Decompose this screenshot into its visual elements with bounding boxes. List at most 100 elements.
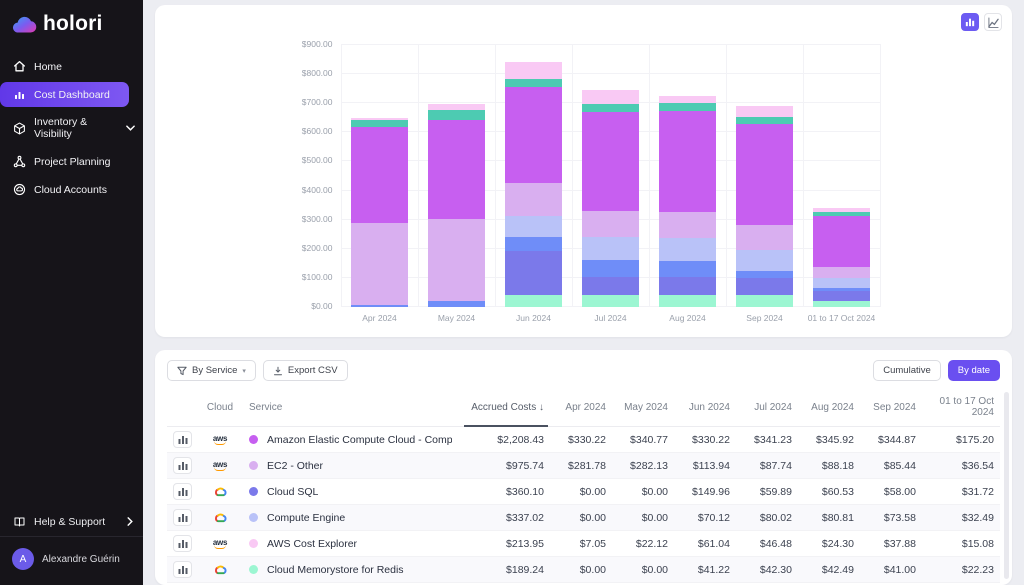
sidebar-item-inventory-visibility[interactable]: Inventory & Visibility (0, 110, 143, 146)
service-cell[interactable]: Cloud SQL (243, 479, 458, 505)
row-chart-button[interactable] (173, 509, 192, 526)
cost-value-cell: $175.20 (922, 427, 1000, 453)
bar-segment-compute-engine[interactable] (813, 278, 870, 287)
service-cell[interactable]: Compute Engine (243, 505, 458, 531)
sidebar-item-label: Inventory & Visibility (34, 116, 118, 140)
bar-segment-ec2-compute[interactable] (582, 112, 639, 211)
stacked-bar[interactable] (736, 106, 793, 307)
bar-segment-ec2-other[interactable] (582, 211, 639, 237)
service-cell[interactable]: EC2 - Other (243, 453, 458, 479)
stacked-bar[interactable] (428, 104, 485, 307)
export-csv-button[interactable]: Export CSV (263, 360, 348, 381)
bar-segment-cost-explorer[interactable] (659, 96, 716, 103)
column-header[interactable]: May 2024 (612, 392, 674, 427)
bar-segment-ec2-compute[interactable] (736, 124, 793, 224)
bar-segment-ec2-compute[interactable] (659, 111, 716, 212)
bar-segment-ec2-other[interactable] (813, 267, 870, 278)
column-header[interactable]: Jul 2024 (736, 392, 798, 427)
bar-segment-other[interactable] (659, 261, 716, 277)
stacked-bar[interactable] (582, 90, 639, 307)
table-row: Cloud SQL$360.10$0.00$0.00$149.96$59.89$… (167, 479, 1000, 505)
service-cell[interactable]: Cloud Memorystore for Redis (243, 557, 458, 583)
column-header[interactable]: Accrued Costs ↓ (458, 392, 550, 427)
column-header[interactable]: 01 to 17 Oct 2024 (922, 392, 1000, 427)
chart-plot: Apr 2024May 2024Jun 2024Jul 2024Aug 2024… (341, 45, 881, 307)
bar-segment-compute-engine[interactable] (736, 250, 793, 271)
bar-segment-ec2-other[interactable] (736, 225, 793, 250)
bar-segment-lightsail[interactable] (428, 110, 485, 119)
bar-segment-compute-engine[interactable] (659, 238, 716, 262)
bar-segment-cloud-sql[interactable] (736, 278, 793, 295)
row-chart-button[interactable] (173, 535, 192, 552)
sidebar-item-home[interactable]: Home (0, 54, 143, 79)
bar-segment-other[interactable] (582, 260, 639, 277)
stacked-bar[interactable] (351, 118, 408, 307)
bar-segment-cost-explorer[interactable] (505, 62, 562, 80)
bar-segment-cloud-sql[interactable] (582, 277, 639, 294)
sidebar-item-project-planning[interactable]: Project Planning (0, 149, 143, 174)
bar-segment-ec2-compute[interactable] (813, 216, 870, 267)
stacked-bar[interactable] (659, 96, 716, 307)
bar-segment-ec2-compute[interactable] (428, 120, 485, 219)
bar-segment-lightsail[interactable] (736, 117, 793, 125)
bar-segment-other[interactable] (505, 237, 562, 252)
bar-segment-redis[interactable] (736, 295, 793, 307)
bar-segment-cloud-sql[interactable] (505, 251, 562, 295)
bar-segment-cost-explorer[interactable] (736, 106, 793, 117)
column-header[interactable]: Aug 2024 (798, 392, 860, 427)
cost-value-cell: $330.22 (550, 427, 612, 453)
bar-chart-toggle-button[interactable] (961, 13, 979, 31)
row-chart-button[interactable] (173, 483, 192, 500)
chart-type-toggles (961, 13, 1002, 31)
row-chart-button[interactable] (173, 561, 192, 578)
by-service-filter-button[interactable]: By Service ▾ (167, 360, 256, 381)
chevron-right-icon (127, 517, 133, 526)
row-chart-button[interactable] (173, 457, 192, 474)
sidebar-item-cost-dashboard[interactable]: Cost Dashboard (0, 82, 129, 107)
user-profile[interactable]: A Alexandre Guérin (0, 536, 143, 585)
column-header[interactable]: Sep 2024 (860, 392, 922, 427)
home-icon (12, 60, 26, 73)
bar-segment-other[interactable] (428, 301, 485, 307)
bar-segment-redis[interactable] (505, 295, 562, 307)
column-header[interactable]: Jun 2024 (674, 392, 736, 427)
help-support-item[interactable]: Help & Support (0, 507, 143, 536)
row-chart-button[interactable] (173, 431, 192, 448)
bar-segment-ec2-compute[interactable] (505, 87, 562, 183)
bar-segment-redis[interactable] (659, 295, 716, 307)
table-row: awsAWS Cost Explorer$213.95$7.05$22.12$6… (167, 531, 1000, 557)
service-cell[interactable]: AWS Cost Explorer (243, 531, 458, 557)
bar-segment-compute-engine[interactable] (582, 237, 639, 260)
bar-segment-compute-engine[interactable] (505, 216, 562, 236)
bar-segment-redis[interactable] (813, 301, 870, 307)
bar-segment-cost-explorer[interactable] (582, 90, 639, 104)
stacked-bar[interactable] (813, 208, 870, 307)
bar-segment-other[interactable] (351, 305, 408, 307)
cost-value-cell: $330.22 (674, 427, 736, 453)
bar-segment-lightsail[interactable] (505, 79, 562, 87)
bar-segment-ec2-other[interactable] (505, 183, 562, 216)
help-support-label: Help & Support (34, 516, 105, 528)
bar-segment-cloud-sql[interactable] (659, 277, 716, 295)
service-cell[interactable]: Amazon Elastic Compute Cloud - Compute (243, 427, 458, 453)
column-header: Service (243, 392, 458, 427)
bar-segment-ec2-compute[interactable] (351, 127, 408, 223)
bar-segment-lightsail[interactable] (351, 120, 408, 127)
cumulative-view-button[interactable]: Cumulative (873, 360, 941, 381)
column-header[interactable]: Apr 2024 (550, 392, 612, 427)
stacked-bar[interactable] (505, 62, 562, 307)
chart-column: Sep 2024 (727, 45, 804, 307)
table-scrollbar[interactable] (1004, 392, 1009, 579)
bar-segment-lightsail[interactable] (659, 103, 716, 111)
bar-segment-lightsail[interactable] (582, 104, 639, 112)
sidebar-item-cloud-accounts[interactable]: Cloud Accounts (0, 177, 143, 202)
by-date-view-button[interactable]: By date (948, 360, 1000, 381)
bar-segment-ec2-other[interactable] (659, 212, 716, 238)
bar-segment-other[interactable] (736, 271, 793, 278)
bar-segment-ec2-other[interactable] (351, 223, 408, 305)
bar-segment-redis[interactable] (582, 295, 639, 307)
series-color-dot (249, 461, 258, 470)
bar-segment-cloud-sql[interactable] (813, 291, 870, 300)
bar-segment-ec2-other[interactable] (428, 219, 485, 301)
line-chart-toggle-button[interactable] (984, 13, 1002, 31)
